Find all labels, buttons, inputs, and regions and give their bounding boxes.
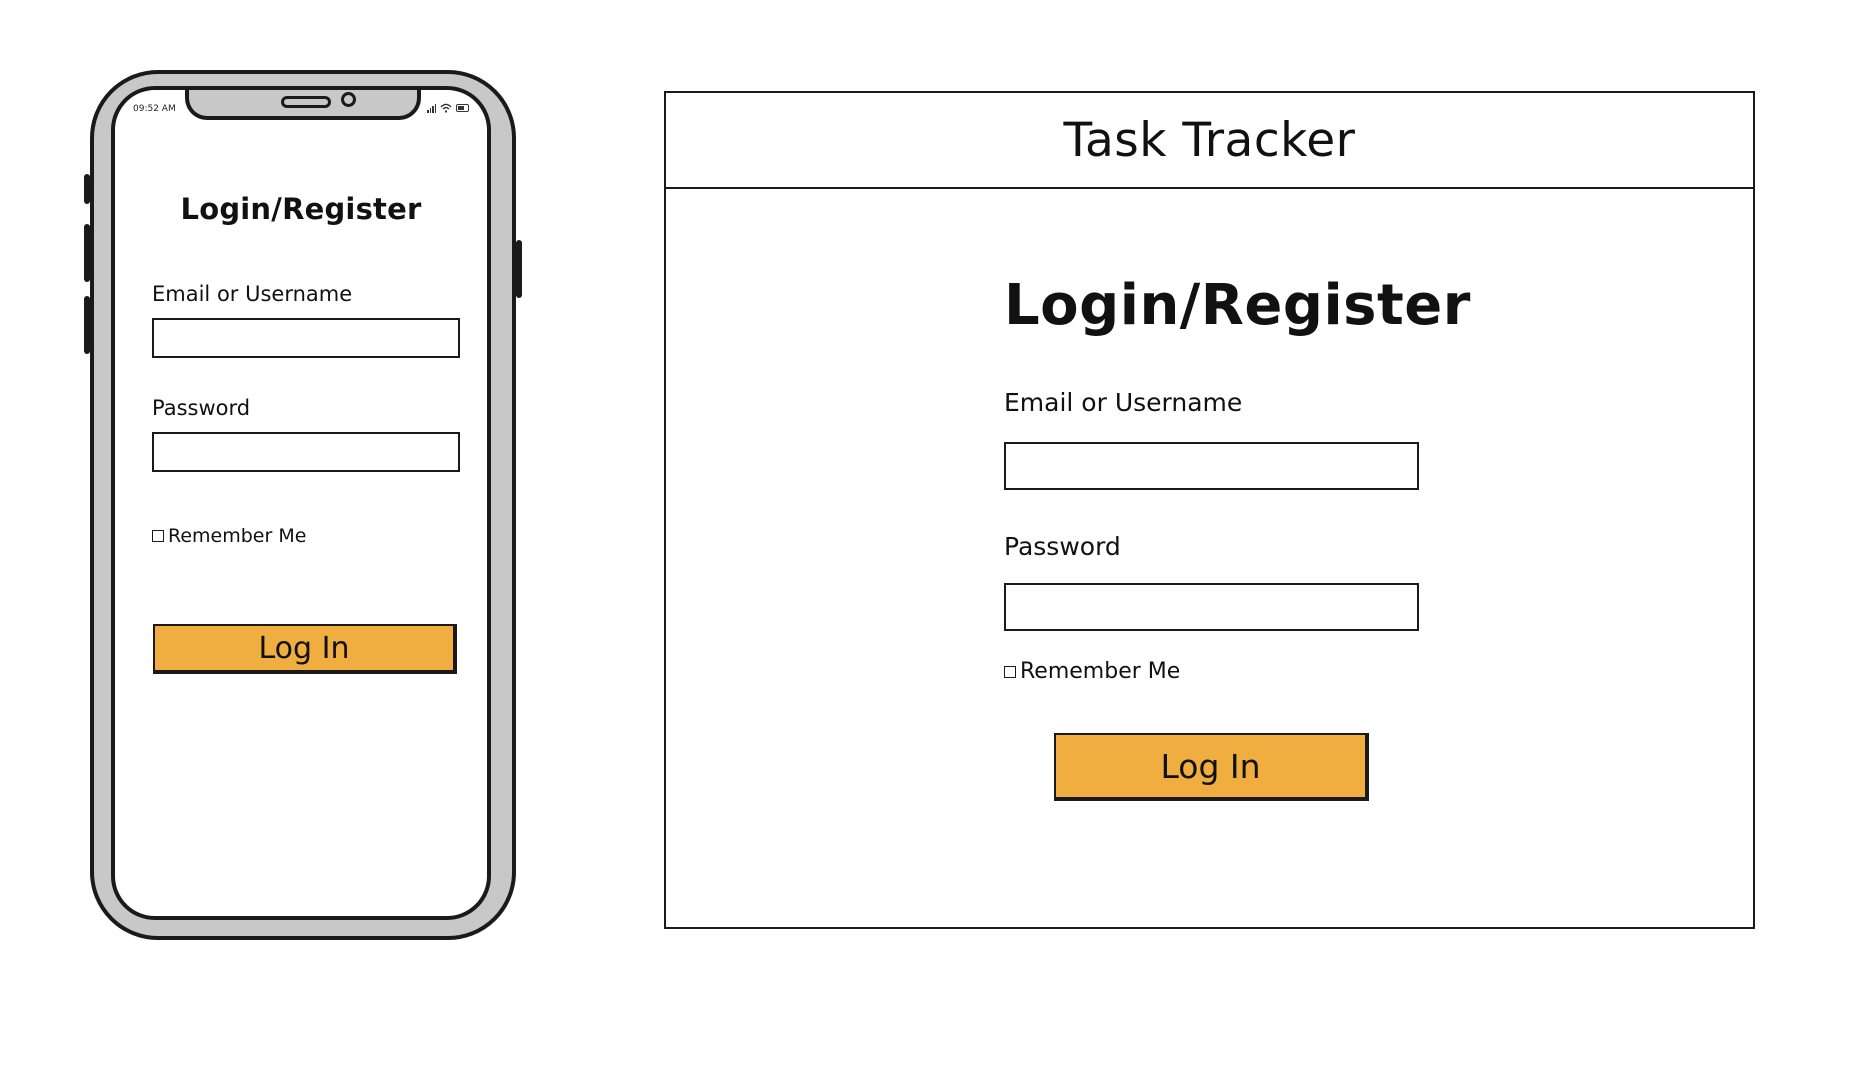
desktop-window: Task Tracker Login/Register Email or Use…: [664, 91, 1755, 929]
desktop-remember-me[interactable]: Remember Me: [1004, 659, 1180, 684]
desktop-login-button[interactable]: Log In: [1054, 733, 1369, 801]
mobile-password-label: Password: [152, 396, 251, 420]
wifi-icon: [440, 103, 452, 113]
phone-side-button-left-3: [84, 296, 90, 354]
mobile-remember-me[interactable]: Remember Me: [152, 525, 306, 547]
phone-frame: 09:52 AM Login/Register Email or Usernam…: [84, 70, 522, 940]
mobile-form-title: Login/Register: [180, 192, 422, 226]
mobile-remember-label: Remember Me: [168, 525, 307, 547]
mobile-login-button[interactable]: Log In: [153, 624, 457, 674]
phone-side-button-left-2: [84, 224, 90, 282]
wireframe-canvas: 09:52 AM Login/Register Email or Usernam…: [0, 0, 1860, 1090]
signal-icon: [427, 103, 436, 113]
phone-screen: 09:52 AM Login/Register Email or Usernam…: [111, 86, 491, 920]
phone-notch: [185, 90, 421, 120]
mobile-email-label: Email or Username: [152, 282, 353, 306]
desktop-remember-label: Remember Me: [1020, 659, 1181, 684]
desktop-remember-checkbox[interactable]: [1004, 665, 1016, 678]
mobile-email-input[interactable]: [152, 318, 460, 358]
desktop-password-input[interactable]: [1004, 583, 1419, 631]
desktop-form-title: Login/Register: [1004, 273, 1471, 338]
camera-icon: [341, 92, 356, 107]
phone-side-button-left-1: [84, 174, 90, 204]
speaker-icon: [281, 96, 331, 108]
phone-side-button-right: [516, 240, 522, 298]
app-title: Task Tracker: [1063, 112, 1356, 168]
desktop-email-label: Email or Username: [1004, 388, 1243, 417]
desktop-password-label: Password: [1004, 532, 1121, 561]
mobile-remember-checkbox[interactable]: [152, 530, 164, 542]
mobile-password-input[interactable]: [152, 432, 460, 472]
app-header: Task Tracker: [666, 93, 1753, 189]
battery-icon: [456, 104, 469, 112]
desktop-email-input[interactable]: [1004, 442, 1419, 490]
status-time: 09:52 AM: [133, 104, 176, 114]
status-icons: [427, 103, 469, 113]
